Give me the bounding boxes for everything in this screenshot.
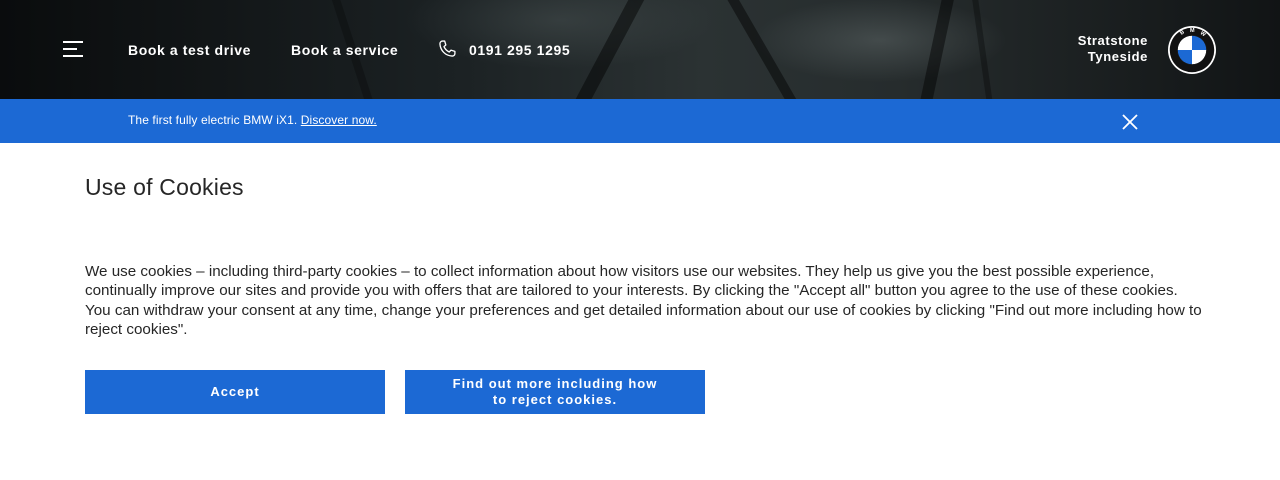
discover-now-link[interactable]: Discover now. [301, 113, 377, 127]
dealer-name-line2: Tyneside [1087, 49, 1148, 64]
promo-text: The first fully electric BMW iX1. [128, 113, 298, 127]
cookie-description: We use cookies – including third-party c… [85, 263, 1202, 338]
background-beam [723, 0, 807, 99]
dealer-name[interactable]: Stratstone Tyneside [1078, 33, 1148, 65]
site-header: Book a test drive Book a service 0191 29… [0, 0, 1280, 99]
close-icon[interactable] [1121, 113, 1139, 131]
promo-banner-text: The first fully electric BMW iX1. Discov… [128, 113, 377, 127]
phone-number-link[interactable]: 0191 295 1295 [469, 42, 570, 58]
background-beam [914, 0, 958, 99]
accept-button[interactable]: Accept [85, 370, 385, 414]
cookie-title: Use of Cookies [85, 174, 244, 200]
bmw-logo-letter: M [1190, 28, 1195, 34]
promo-banner: The first fully electric BMW iX1. Discov… [0, 99, 1280, 143]
hamburger-menu-icon[interactable] [63, 41, 85, 59]
background-beam [565, 0, 649, 99]
find-out-more-button[interactable]: Find out more including how to reject co… [405, 370, 705, 414]
phone-icon[interactable] [437, 39, 457, 59]
book-test-drive-link[interactable]: Book a test drive [128, 42, 251, 58]
dealer-name-line1: Stratstone [1077, 33, 1148, 48]
book-service-link[interactable]: Book a service [291, 42, 398, 58]
bmw-roundel-icon[interactable]: B M W [1167, 25, 1217, 75]
background-beam [969, 0, 997, 99]
